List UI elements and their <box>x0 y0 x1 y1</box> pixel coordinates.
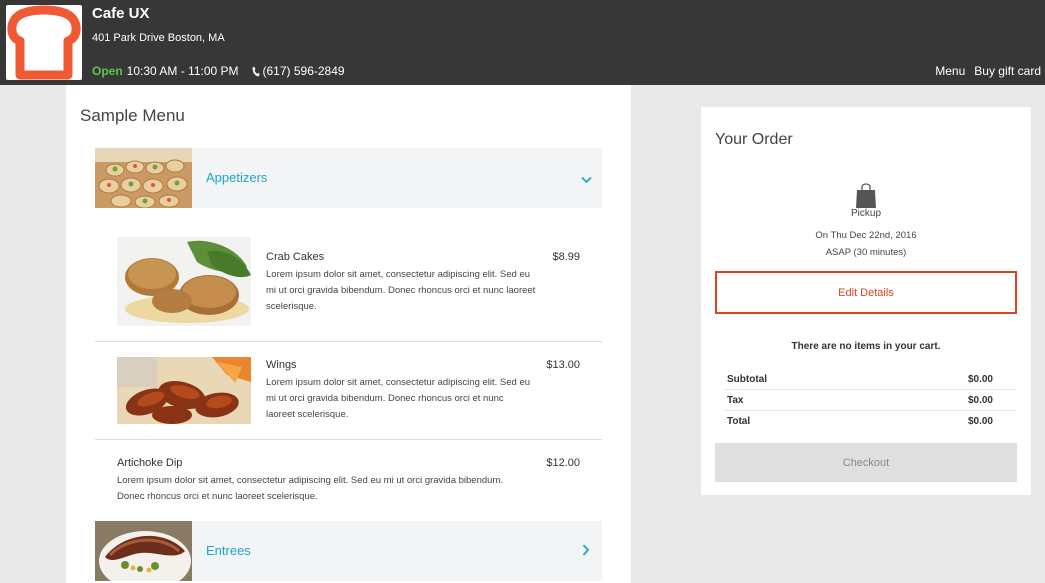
pickup-date: On Thu Dec 22nd, 2016 <box>815 230 917 241</box>
hours-row: Open 10:30 AM - 11:00 PM (617) 596-2849 <box>92 64 345 78</box>
category-label: Appetizers <box>206 170 268 185</box>
menu-title: Sample Menu <box>80 106 185 125</box>
appetizers-thumbnail <box>95 148 192 208</box>
entrees-thumbnail <box>95 521 192 581</box>
total-value: $0.00 <box>967 416 993 427</box>
opening-hours: 10:30 AM - 11:00 PM <box>126 64 239 78</box>
category-label: Entrees <box>206 543 251 558</box>
item-price: $8.99 <box>552 251 580 263</box>
item-name: Artichoke Dip <box>117 457 183 469</box>
open-status: Open <box>92 64 123 78</box>
order-panel: Your Order Pickup On Thu Dec 22nd, 2016 … <box>701 107 1031 495</box>
total-row: Total $0.00 <box>725 411 1017 432</box>
menu-item-crab-cakes[interactable]: Crab Cakes $8.99 Lorem ipsum dolor sit a… <box>95 237 602 327</box>
total-label: Total <box>727 416 751 427</box>
tax-row: Tax $0.00 <box>725 390 1017 411</box>
menu-item-wings[interactable]: Wings $13.00 Lorem ipsum dolor sit amet,… <box>95 357 602 425</box>
chevron-down-icon <box>581 171 592 189</box>
order-totals: Subtotal $0.00 Tax $0.00 Total $0.00 <box>725 369 1017 432</box>
header-nav: Menu Buy gift card <box>926 64 1041 78</box>
total-label: Tax <box>727 394 744 406</box>
category-appetizers[interactable]: Appetizers <box>95 148 602 208</box>
total-label: Subtotal <box>727 373 767 385</box>
site-header: Cafe UX 401 Park Drive Boston, MA Open 1… <box>0 0 1045 85</box>
edit-details-button[interactable]: Edit Details <box>715 271 1017 314</box>
item-description: Lorem ipsum dolor sit amet, consectetur … <box>266 269 536 312</box>
order-title: Your Order <box>715 131 793 148</box>
nav-gift-card-link[interactable]: Buy gift card <box>974 64 1041 78</box>
shop-name: Cafe UX <box>92 5 150 22</box>
item-price: $13.00 <box>546 359 580 371</box>
total-value: $0.00 <box>967 394 993 406</box>
item-price: $12.00 <box>546 457 580 469</box>
item-name: Wings <box>266 359 297 371</box>
category-entrees[interactable]: Entrees <box>95 521 602 581</box>
item-name: Crab Cakes <box>266 251 325 263</box>
item-divider <box>95 439 602 440</box>
crab-cakes-photo <box>117 237 251 326</box>
item-description: Lorem ipsum dolor sit amet, consectetur … <box>266 377 531 420</box>
menu-item-artichoke-dip[interactable]: Artichoke Dip $12.00 Lorem ipsum dolor s… <box>95 455 602 507</box>
checkout-button[interactable]: Checkout <box>715 443 1017 482</box>
total-value: $0.00 <box>967 373 993 385</box>
cafe-logo[interactable] <box>6 5 82 80</box>
subtotal-row: Subtotal $0.00 <box>725 369 1017 390</box>
pickup-time: ASAP (30 minutes) <box>825 247 907 258</box>
phone-icon <box>252 66 260 77</box>
nav-menu-link[interactable]: Menu <box>935 64 965 78</box>
item-divider <box>95 341 602 342</box>
shop-address: 401 Park Drive Boston, MA <box>92 32 225 44</box>
wings-photo <box>117 357 251 424</box>
pickup-label: Pickup <box>850 208 881 219</box>
chevron-right-icon <box>582 543 590 561</box>
menu-panel: Sample Menu Appetizers Crab Cakes $8.99 … <box>66 85 631 583</box>
empty-cart-message: There are no items in your cart. <box>791 341 941 352</box>
item-description: Lorem ipsum dolor sit amet, consectetur … <box>117 475 503 502</box>
phone-number[interactable]: (617) 596-2849 <box>263 64 345 78</box>
